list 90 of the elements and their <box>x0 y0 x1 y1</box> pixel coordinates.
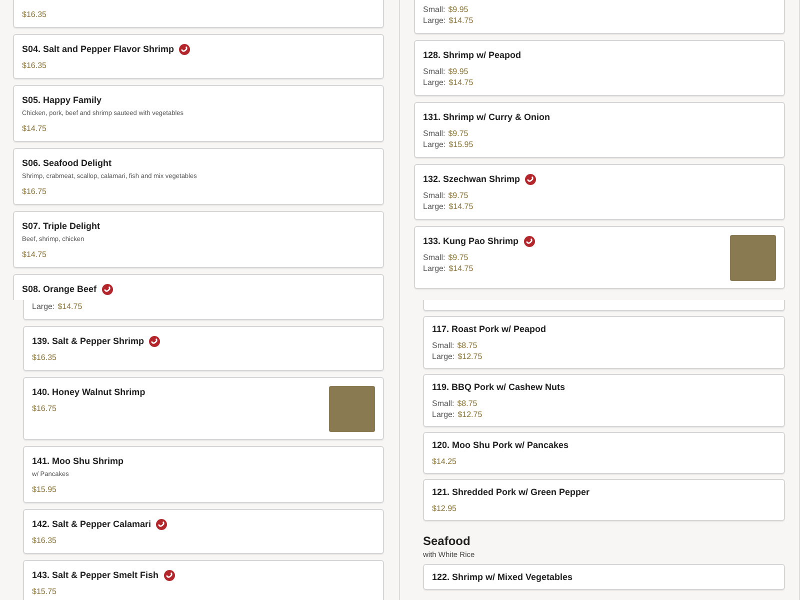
item-title: S06. Seafood Delight <box>22 157 112 169</box>
food-photo-placeholder <box>730 235 776 281</box>
menu-item-card[interactable]: 119. BBQ Pork w/ Cashew Nuts Small: $8.75 Large: $12.75 <box>423 374 785 427</box>
price: $12.95 <box>432 504 456 514</box>
size-label: Small: <box>423 129 446 139</box>
price: $14.75 <box>448 202 474 212</box>
size-label: Large: <box>423 78 446 88</box>
menu-item-card[interactable]: 128. Shrimp w/ Peapod Small: $9.95 Large: $14.75 <box>414 40 785 96</box>
item-title: 132. Szechwan Shrimp <box>423 173 520 185</box>
size-label: Small: <box>423 191 446 201</box>
item-title: 139. Salt & Pepper Shrimp <box>32 335 144 347</box>
size-label: Small: <box>423 67 446 77</box>
price: $16.35 <box>32 353 56 363</box>
item-title: S04. Salt and Pepper Flavor Shrimp <box>22 43 174 55</box>
item-title: 131. Shrimp w/ Curry & Onion <box>423 111 550 123</box>
size-label: Small: <box>432 341 454 351</box>
menu-item-card[interactable]: 142. Salt & Pepper Calamari $16.35 <box>23 509 384 554</box>
size-label: Small: <box>423 5 446 15</box>
price: $8.75 <box>457 399 478 409</box>
item-title: 128. Shrimp w/ Peapod <box>423 49 522 61</box>
price: $9.95 <box>448 5 468 15</box>
menu-item-card[interactable]: 131. Shrimp w/ Curry & Onion Small: $9.75 Large: $15.95 <box>414 102 785 158</box>
price: $9.95 <box>448 67 468 77</box>
price: $12.75 <box>458 352 482 362</box>
menu-item-card[interactable]: Small: $9.95 Large: $14.75 <box>414 0 785 34</box>
menu-item-card[interactable]: 121. Shredded Pork w/ Green Pepper $12.95 <box>423 479 785 521</box>
chili-icon <box>524 236 535 246</box>
price: $9.75 <box>448 191 468 201</box>
size-label: Large: <box>423 202 446 212</box>
price: $16.35 <box>22 10 46 20</box>
size-label: Large: <box>32 302 55 312</box>
item-title: S05. Happy Family <box>22 94 102 106</box>
price: $9.75 <box>448 253 468 263</box>
item-title: 142. Salt & Pepper Calamari <box>32 518 152 530</box>
item-title: 121. Shredded Pork w/ Green Pepper <box>432 486 590 498</box>
item-title: S08. Orange Beef <box>22 283 97 295</box>
item-title: 133. Kung Pao Shrimp <box>423 235 519 247</box>
price: $14.75 <box>22 124 46 134</box>
item-title: S07. Triple Delight <box>22 220 100 232</box>
menu-item-card[interactable]: 139. Salt & Pepper Shrimp $16.35 <box>23 326 384 371</box>
item-title: 120. Moo Shu Pork w/ Pancakes <box>432 439 569 451</box>
menu-item-card[interactable] <box>423 300 785 311</box>
price: $14.75 <box>448 78 474 88</box>
size-label: Large: <box>423 16 446 26</box>
price: $8.75 <box>457 341 478 351</box>
size-label: Large: <box>432 352 455 362</box>
menu-item-card[interactable]: 132. Szechwan Shrimp Small: $9.75 Large: $14.75 <box>414 164 785 220</box>
item-title: 143. Salt & Pepper Smelt Fish <box>32 569 159 581</box>
price: $15.95 <box>448 140 474 150</box>
price: $16.35 <box>22 61 46 71</box>
size-label: Large: <box>423 264 446 274</box>
chili-icon <box>179 44 190 54</box>
price: $14.75 <box>58 302 82 312</box>
price: $14.75 <box>448 16 474 26</box>
item-title: 122. Shrimp w/ Mixed Vegetables <box>432 571 573 583</box>
chili-icon <box>164 570 175 580</box>
price: $9.75 <box>448 129 468 139</box>
menu-item-card[interactable]: 117. Roast Pork w/ Peapod Small: $8.75 Large: $12.75 <box>423 316 785 369</box>
food-photo-placeholder <box>329 386 375 432</box>
size-label: Small: <box>423 253 446 263</box>
size-label: Large: <box>432 410 455 420</box>
price: $15.95 <box>32 485 56 495</box>
price: $12.75 <box>458 410 482 420</box>
price: $16.75 <box>32 404 56 414</box>
price: $16.35 <box>32 536 56 546</box>
size-label: Large: <box>423 140 446 150</box>
menu-item-card[interactable]: S04. Salt and Pepper Flavor Shrimp $16.35 <box>13 34 384 79</box>
chili-icon <box>102 284 113 294</box>
item-title: 117. Roast Pork w/ Peapod <box>432 323 546 335</box>
menu-item-card[interactable]: S08. Orange Beef <box>13 274 384 300</box>
menu-item-card[interactable]: 120. Moo Shu Pork w/ Pancakes $14.25 <box>423 432 785 474</box>
price: $14.25 <box>432 457 456 467</box>
chili-icon <box>149 336 160 346</box>
chili-icon <box>156 518 168 530</box>
item-title: 140. Honey Walnut Shrimp <box>32 386 146 398</box>
chili-icon <box>525 174 536 184</box>
menu-item-card[interactable]: 133. Kung Pao Shrimp Small: $9.75 Large: $14.75 <box>414 226 785 289</box>
menu-item-card[interactable]: $16.35 <box>13 0 384 28</box>
price: $16.75 <box>22 187 46 197</box>
menu-item-card[interactable]: 140. Honey Walnut Shrimp $16.75 <box>23 377 384 440</box>
price: $14.75 <box>22 250 46 260</box>
item-title: 119. BBQ Pork w/ Cashew Nuts <box>432 381 566 393</box>
item-title: 141. Moo Shu Shrimp <box>32 455 124 467</box>
menu-item-card[interactable]: 143. Salt & Pepper Smelt Fish $15.75 <box>23 560 384 600</box>
section-heading: Seafood <box>423 534 472 548</box>
price: $15.75 <box>32 587 56 597</box>
menu-item-card[interactable]: Large: $14.75 <box>23 300 384 320</box>
menu-item-card[interactable]: 122. Shrimp w/ Mixed Vegetables <box>423 564 785 590</box>
price: $14.75 <box>448 264 474 274</box>
size-label: Small: <box>432 399 454 409</box>
